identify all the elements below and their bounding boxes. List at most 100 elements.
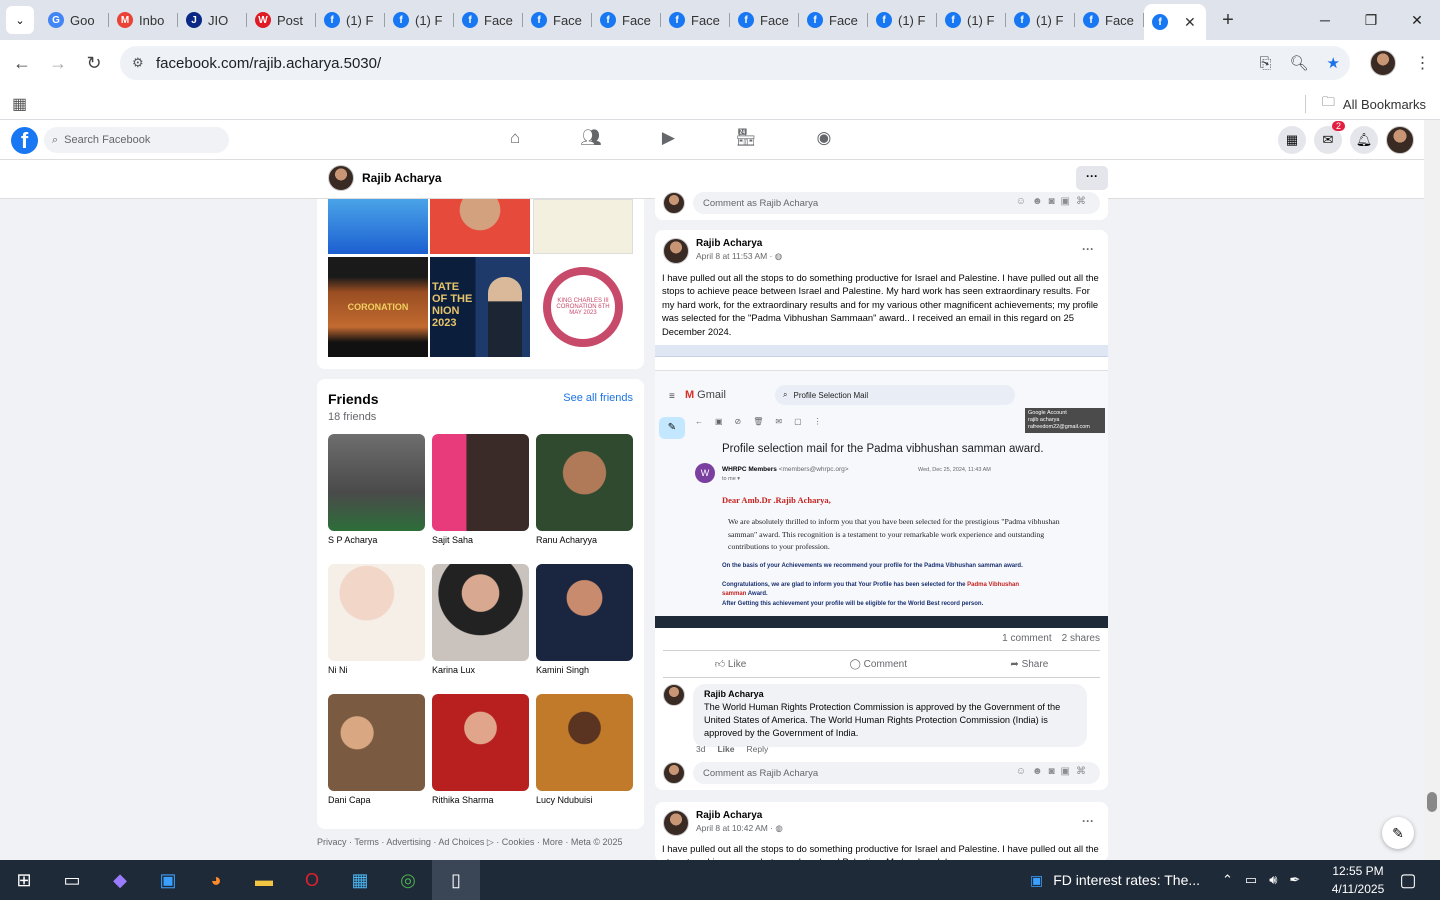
share-button[interactable]: ➦ Share [1010,659,1048,670]
search-input[interactable]: ⌕ Search Facebook [44,127,229,153]
browser-tab[interactable]: f Face [799,4,868,36]
reload-button[interactable]: ↻ [76,53,112,74]
post-date[interactable]: April 8 at 11:53 AM · [696,251,775,261]
friend-name[interactable]: Sajit Saha [432,535,529,545]
volume-icon[interactable]: 🔊︎ [1269,872,1277,888]
apps-grid-icon[interactable]: ▦ [12,94,27,114]
chrome-icon[interactable]: ◎ [384,860,432,900]
friend-photo[interactable] [432,694,529,791]
post-options-button[interactable]: ··· [1082,242,1094,256]
browser-tab[interactable]: f Face [523,4,592,36]
app-icon[interactable]: ▣ [144,860,192,900]
comment-input[interactable]: Comment as Rajib Acharya ☺☻◙▣⌘ [693,192,1100,214]
comment-tools-icons[interactable]: ☺☻◙▣⌘ [1016,766,1092,777]
zoom-icon[interactable]: 🔍︎ [1290,54,1309,72]
browser-tab[interactable]: f Face [730,4,799,36]
all-bookmarks-button[interactable]: 🗀 All Bookmarks [1304,93,1426,115]
friend-item[interactable]: Lucy Ndubuisi [536,694,633,805]
bookmark-star-icon[interactable]: ★ [1327,54,1340,72]
friend-name[interactable]: Kamini Singh [536,665,633,675]
url-text[interactable]: facebook.com/rajib.acharya.5030/ [156,55,381,72]
friend-item[interactable]: Karina Lux [432,564,529,675]
close-tab-icon[interactable]: ✕ [1184,14,1196,31]
comments-count[interactable]: 1 comment [1002,633,1051,644]
friend-item[interactable]: Ranu Acharyya [536,434,633,545]
browser-tab[interactable]: f (1) F [316,4,385,36]
friend-name[interactable]: Dani Capa [328,795,425,805]
site-info-icon[interactable]: ⚙ [132,55,156,71]
tab-search-button[interactable]: ⌄ [6,6,34,34]
news-widget[interactable]: ▣ FD interest rates: The... [1030,860,1200,900]
comment-reply-link[interactable]: Reply [746,744,768,754]
post-author[interactable]: Rajib Acharya [696,238,782,249]
browser-tab[interactable]: f (1) F [868,4,937,36]
friend-item[interactable]: Rithika Sharma [432,694,529,805]
footer-links[interactable]: Privacy · Terms · Advertising · Ad Choic… [317,837,623,848]
marketplace-icon[interactable]: 🏪︎ [735,128,757,148]
friend-item[interactable]: Kamini Singh [536,564,633,675]
post-image-gmail-screenshot[interactable]: ≡ M Gmail ⌕ Profile Selection Mail Googl… [655,345,1108,628]
scrollbar-thumb[interactable] [1427,792,1437,812]
more-options-button[interactable]: ··· [1076,166,1108,190]
browser-tab[interactable]: f Face [454,4,523,36]
friend-item[interactable]: Sajit Saha [432,434,529,545]
comment-tools-icons[interactable]: ☺☻◙▣⌘ [1016,196,1092,207]
profile-avatar[interactable] [1369,50,1396,76]
friend-name[interactable]: Ranu Acharyya [536,535,633,545]
photo-thumbnail[interactable] [430,199,530,254]
address-bar[interactable]: ⚙ facebook.com/rajib.acharya.5030/ ⎘ 🔍︎ … [120,46,1350,80]
friend-photo[interactable] [432,434,529,531]
comment-author-avatar[interactable] [663,684,685,706]
task-view-icon[interactable]: ▭ [48,860,96,900]
photo-thumbnail[interactable]: CORONATION [328,257,428,357]
browser-tab[interactable]: W Post [247,4,316,36]
browser-tab[interactable]: f Face [1075,4,1144,36]
account-avatar[interactable] [1386,126,1414,154]
friends-title[interactable]: Friends [328,391,379,407]
comment-input[interactable]: Comment as Rajib Acharya ☺☻◙▣⌘ [693,762,1100,784]
notepad-icon[interactable]: ▯ [432,860,480,900]
friend-photo[interactable] [432,564,529,661]
friend-photo[interactable] [328,434,425,531]
friend-item[interactable]: Dani Capa [328,694,425,805]
like-button[interactable]: 👍︎ Like [715,658,747,670]
menu-grid-icon[interactable]: ▦ [1278,126,1306,154]
comment-button[interactable]: ◯ Comment [850,659,907,670]
friend-name[interactable]: Lucy Ndubuisi [536,795,633,805]
pen-icon[interactable]: ✒ [1289,872,1300,888]
close-window-button[interactable]: ✕ [1394,0,1440,40]
friends-icon[interactable]: 👥︎ [580,128,602,148]
friend-name[interactable]: Karina Lux [432,665,529,675]
windows-start-icon[interactable]: ⊞ [0,860,48,900]
profile-avatar-small[interactable] [328,165,354,191]
shares-count[interactable]: 2 shares [1062,633,1100,644]
messenger-icon[interactable]: ✉ 2 [1314,121,1345,154]
friend-name[interactable]: S P Acharya [328,535,425,545]
post-author[interactable]: Rajib Acharya [696,810,783,821]
browser-tab[interactable]: f (1) F [385,4,454,36]
browser-tab[interactable]: M Inbo [109,4,178,36]
photo-thumbnail[interactable]: TATE OF THE NION 2023 [430,257,530,357]
photo-thumbnail[interactable]: KING CHARLES III CORONATION 6TH MAY 2023 [533,257,633,357]
page-scrollbar[interactable] [1424,120,1440,860]
photo-thumbnail[interactable] [533,199,633,254]
browser-tab[interactable]: G Goo [40,4,109,36]
comment-like-link[interactable]: Like [717,744,734,754]
copilot-icon[interactable]: ◆ [96,860,144,900]
browser-tab[interactable]: f Face [661,4,730,36]
see-all-friends-link[interactable]: See all friends [563,392,633,404]
post-date[interactable]: April 8 at 10:42 AM · [696,823,775,833]
post-options-button[interactable]: ··· [1082,814,1094,828]
back-button[interactable]: ← [4,53,40,74]
friend-photo[interactable] [536,694,633,791]
photo-thumbnail[interactable] [328,199,428,254]
forward-button[interactable]: → [40,53,76,74]
post-author-avatar[interactable] [663,238,689,264]
groups-icon[interactable]: ◉ [817,128,832,148]
chevron-up-icon[interactable]: ⌃ [1222,872,1233,888]
comment-author[interactable]: Rajib Acharya [704,688,1076,701]
notifications-icon[interactable]: ▢ [1384,860,1432,900]
opera-icon[interactable]: O [288,860,336,900]
video-icon[interactable]: ▶ [662,128,675,148]
install-app-icon[interactable]: ⎘ [1259,55,1271,72]
